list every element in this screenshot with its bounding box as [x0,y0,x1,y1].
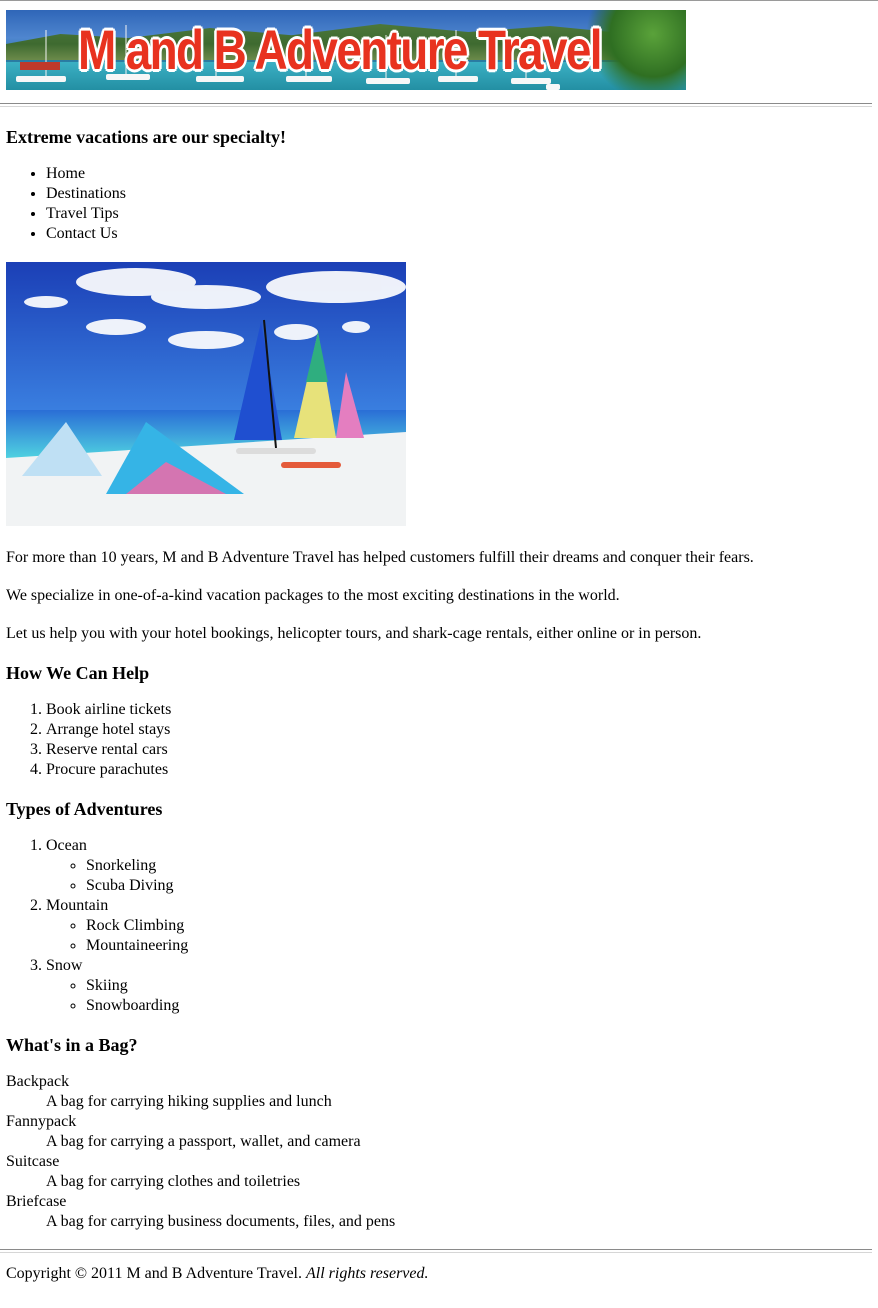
nav-item-travel-tips[interactable]: Travel Tips [46,204,126,224]
footer: Copyright © 2011 M and B Adventure Trave… [6,1264,429,1284]
adventure-item: Skiing [86,976,188,996]
adventure-item: Snorkeling [86,856,188,876]
footer-copyright: Copyright © 2011 M and B Adventure Trave… [6,1265,302,1282]
bag-term: Suitcase [6,1153,60,1170]
nav-item-destinations[interactable]: Destinations [46,184,126,204]
adventure-category-ocean: Ocean Snorkeling Scuba Diving [46,836,188,896]
adventure-category-label: Snow [46,957,83,974]
adventure-category-mountain: Mountain Rock Climbing Mountaineering [46,896,188,956]
adventure-item: Scuba Diving [86,876,188,896]
help-item: Reserve rental cars [46,740,171,760]
intro-paragraph-1: For more than 10 years, M and B Adventur… [6,549,754,566]
intro-paragraph-2: We specialize in one-of-a-kind vacation … [6,587,620,604]
bag-definition: A bag for carrying hiking supplies and l… [46,1093,332,1110]
help-item: Procure parachutes [46,760,171,780]
bags-definition-list: Backpack A bag for carrying hiking suppl… [6,1072,395,1232]
bag-definition: A bag for carrying clothes and toiletrie… [46,1173,301,1190]
adventure-category-snow: Snow Skiing Snowboarding [46,956,188,1016]
adventure-item: Rock Climbing [86,916,188,936]
adventure-item: Mountaineering [86,936,188,956]
adventure-category-label: Ocean [46,837,87,854]
footer-rights: All rights reserved. [306,1265,429,1282]
help-list: Book airline tickets Arrange hotel stays… [6,700,171,780]
banner-image: M and B Adventure Travel [6,10,686,90]
help-item: Book airline tickets [46,700,171,720]
footer-divider [0,1249,872,1253]
adventure-category-label: Mountain [46,897,109,914]
adventures-list: Ocean Snorkeling Scuba Diving Mountain R… [6,836,188,1016]
bag-term: Backpack [6,1073,70,1090]
tagline: Extreme vacations are our specialty! [6,127,286,147]
header-divider [0,103,872,107]
bag-term: Briefcase [6,1193,67,1210]
adventures-heading: Types of Adventures [6,799,163,819]
bags-heading: What's in a Bag? [6,1035,138,1055]
help-heading: How We Can Help [6,663,150,683]
site-title: M and B Adventure Travel [78,18,603,81]
top-border [0,0,878,1]
nav-item-home[interactable]: Home [46,164,126,184]
bag-definition: A bag for carrying a passport, wallet, a… [46,1133,361,1150]
bag-term: Fannypack [6,1113,77,1130]
nav-item-contact-us[interactable]: Contact Us [46,224,126,244]
hero-image [6,262,406,526]
adventure-item: Snowboarding [86,996,188,1016]
help-item: Arrange hotel stays [46,720,171,740]
bag-definition: A bag for carrying business documents, f… [46,1213,396,1230]
intro-paragraph-3: Let us help you with your hotel bookings… [6,625,702,642]
page-header: M and B Adventure Travel [6,10,872,90]
main-nav: Home Destinations Travel Tips Contact Us [6,164,126,244]
